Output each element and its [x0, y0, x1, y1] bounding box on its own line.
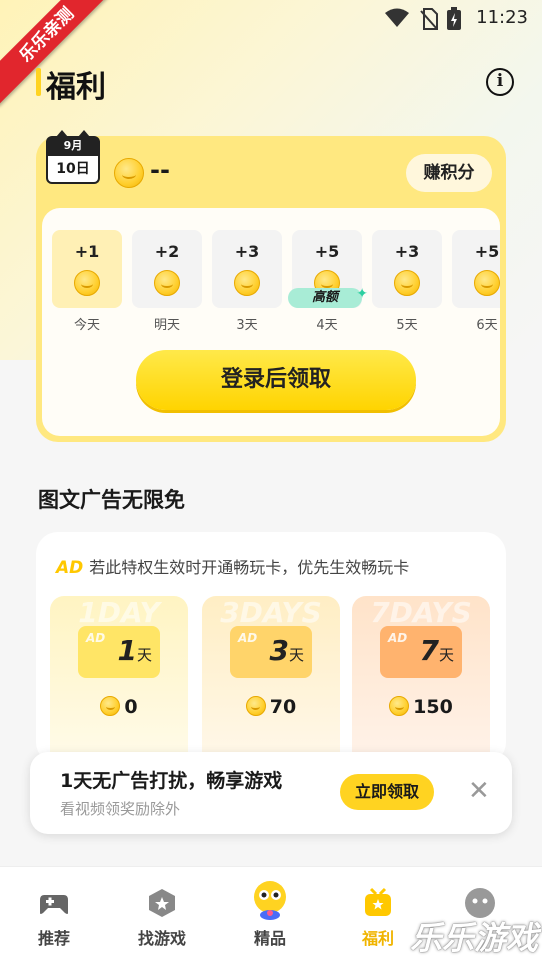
- coin-icon: [100, 696, 121, 716]
- ad-pass-3days[interactable]: 3DAYS AD 3天 70: [202, 596, 340, 764]
- sparkle-icon: ✦: [356, 286, 368, 302]
- day-label: 明天: [153, 318, 180, 333]
- title-accent-bar: [36, 68, 41, 96]
- day-label: 今天: [73, 318, 100, 333]
- tab-label: 推荐: [37, 929, 70, 948]
- coin-icon: [394, 270, 420, 296]
- pass-price: 0: [50, 696, 188, 718]
- site-watermark: 乐乐游戏: [409, 919, 538, 957]
- day-label: 3天: [236, 318, 258, 333]
- pass-price-value: 150: [413, 696, 453, 718]
- pass-price: 150: [352, 696, 490, 718]
- day-label: 4天: [316, 318, 338, 333]
- gift-icon: [365, 887, 391, 916]
- info-icon[interactable]: i: [486, 68, 514, 96]
- coin-icon: [114, 158, 144, 188]
- ad-logo-icon: AD: [238, 631, 258, 645]
- tab-label: 精品: [253, 929, 286, 948]
- tab-featured[interactable]: 精品: [216, 867, 324, 965]
- tab-label: 找游戏: [137, 929, 186, 948]
- coin-icon: [74, 270, 100, 296]
- pass-watermark: 1DAY: [78, 596, 160, 629]
- checkin-day[interactable]: +1 今天: [52, 230, 122, 333]
- day-points: +2: [154, 242, 180, 261]
- ad-pass-7days[interactable]: 7DAYS AD 7天 150: [352, 596, 490, 764]
- toast-subtitle: 看视频领奖励除外: [60, 800, 181, 818]
- pass-price-value: 70: [269, 696, 297, 718]
- day-points: +1: [74, 242, 100, 261]
- day-points: +3: [234, 242, 260, 261]
- checkin-day[interactable]: +3 3天: [212, 230, 282, 333]
- checkin-day[interactable]: +3 5天: [372, 230, 442, 333]
- pass-days-unit: 天: [438, 646, 454, 664]
- page-header: 福利 i: [36, 62, 516, 105]
- pass-days-value: 3: [269, 634, 289, 667]
- pass-days-unit: 天: [136, 646, 152, 664]
- points-balance: --: [150, 156, 170, 184]
- pass-days: 7天: [420, 634, 455, 667]
- pass-days: 1天: [118, 634, 153, 667]
- ad-logo-icon: AD: [388, 631, 408, 645]
- calendar-icon: 9月 10日: [46, 130, 100, 188]
- ad-free-card: AD 若此特权生效时开通畅玩卡，优先生效畅玩卡 1DAY AD 1天 0 3DAY…: [36, 532, 506, 764]
- close-icon[interactable]: ✕: [468, 776, 490, 806]
- pass-ticket: AD 1天: [78, 626, 160, 678]
- day-label: 5天: [396, 318, 418, 333]
- pass-watermark: 3DAYS: [220, 596, 322, 629]
- coin-icon: [154, 270, 180, 296]
- no-sim-icon: [420, 8, 438, 30]
- ad-logo-icon: AD: [86, 631, 106, 645]
- pass-days: 3天: [270, 634, 305, 667]
- ad-free-toast: 1天无广告打扰，畅享游戏 看视频领奖励除外 立即领取 ✕: [30, 752, 512, 834]
- battery-charging-icon: [447, 7, 461, 30]
- coin-icon: [234, 270, 260, 296]
- ad-free-section-title: 图文广告无限免: [38, 488, 185, 512]
- claim-now-button[interactable]: 立即领取: [340, 774, 434, 810]
- ad-free-note: AD 若此特权生效时开通畅玩卡，优先生效畅玩卡: [56, 554, 409, 578]
- bottom-tab-bar: 推荐 找游戏 精品 福利 乐乐游戏: [0, 866, 542, 965]
- checkin-day[interactable]: +5 6天: [452, 230, 500, 333]
- wifi-icon: [385, 8, 409, 27]
- ad-note-text: 若此特权生效时开通畅玩卡，优先生效畅玩卡: [89, 558, 410, 577]
- pass-price: 70: [202, 696, 340, 718]
- pass-ticket: AD 7天: [380, 626, 462, 678]
- earn-points-button[interactable]: 赚积分: [406, 154, 492, 192]
- login-to-claim-button[interactable]: 登录后领取: [136, 350, 416, 410]
- bonus-tag: 高额 ✦: [288, 286, 368, 308]
- pass-price-value: 0: [124, 696, 138, 718]
- pass-watermark: 7DAYS: [370, 596, 472, 629]
- checkin-days-panel: +1 今天 +2 明天 +3 3天 +5 高额 ✦ 4天 +3 5天 +5 6天 …: [42, 208, 500, 436]
- clock: 11:23: [476, 7, 528, 28]
- page-title: 福利: [46, 70, 106, 105]
- tab-find-game[interactable]: 找游戏: [108, 867, 216, 965]
- mascot-icon: [254, 881, 286, 920]
- calendar-day: 10日: [46, 156, 100, 184]
- checkin-day[interactable]: +5 高额 ✦ 4天: [288, 230, 368, 333]
- find-game-icon: [149, 889, 175, 917]
- ad-logo-icon: AD: [56, 558, 84, 578]
- pass-days-value: 1: [117, 634, 137, 667]
- tab-recommend[interactable]: 推荐: [0, 867, 108, 965]
- bonus-tag-label: 高额: [311, 290, 338, 305]
- ad-pass-1day[interactable]: 1DAY AD 1天 0: [50, 596, 188, 764]
- calendar-month: 9月: [46, 130, 100, 156]
- gamepad-icon: [40, 895, 68, 914]
- coin-icon: [245, 696, 266, 716]
- pass-days-unit: 天: [288, 646, 304, 664]
- pass-days-value: 7: [419, 634, 439, 667]
- day-points: +5: [314, 242, 340, 261]
- day-points: +3: [394, 242, 420, 261]
- coin-icon: [389, 696, 410, 716]
- checkin-day[interactable]: +2 明天: [132, 230, 202, 333]
- pass-ticket: AD 3天: [230, 626, 312, 678]
- checkin-card: 9月 10日 -- 赚积分 +1 今天 +2 明天 +3 3天 +5 高额 ✦ 4…: [36, 130, 506, 442]
- day-points: +5: [474, 242, 500, 261]
- toast-title: 1天无广告打扰，畅享游戏: [60, 770, 283, 792]
- day-label: 6天: [476, 318, 498, 333]
- coin-icon: [474, 270, 500, 296]
